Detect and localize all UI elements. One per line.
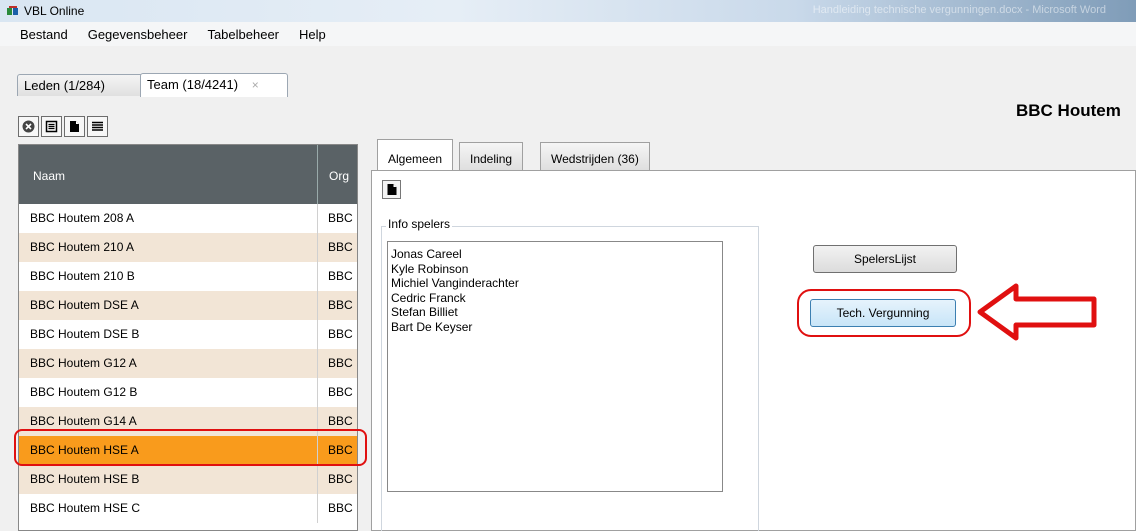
org-name: BBC Houtem [1016,101,1121,120]
tab-indeling[interactable]: Indeling [459,142,524,171]
cell-org: BBC [328,501,353,515]
close-icon[interactable]: × [252,78,259,92]
tab-wedstrijden[interactable]: Wedstrijden (36) [540,142,650,171]
players-list[interactable]: Jonas Careel Kyle Robinson Michiel Vangi… [387,241,723,492]
form-icon [45,120,58,133]
info-spelers-legend: Info spelers [386,217,453,231]
cell-naam: BBC Houtem HSE C [30,501,141,515]
tab-team[interactable]: Team (18/4241) × [140,73,288,97]
column-divider[interactable] [317,145,318,204]
cell-org: BBC [328,385,353,399]
cell-naam: BBC Houtem G14 A [30,414,137,428]
top-tab-strip: Leden (1/284) Team (18/4241) × [0,46,1136,144]
cell-org: BBC [328,269,353,283]
app-icon [7,5,18,15]
column-header-org[interactable]: Org [329,169,349,183]
cell-naam: BBC Houtem 208 A [30,211,135,225]
table-row[interactable]: BBC Houtem 210 A BBC [19,233,357,262]
cell-divider [317,349,318,378]
menu-bar: Bestand Gegevensbeheer Tabelbeheer Help [0,22,1136,46]
table-row[interactable]: BBC Houtem 208 A BBC [19,204,357,233]
player-item: Cedric Franck [391,290,466,305]
menu-gegevensbeheer[interactable]: Gegevensbeheer [78,27,198,42]
menu-help[interactable]: Help [289,27,336,42]
spelerslijst-button[interactable]: SpelersLijst [813,245,957,273]
player-item: Jonas Careel [391,247,462,261]
player-item: Bart De Keyser [391,319,473,334]
cell-divider [317,465,318,494]
tab-leden[interactable]: Leden (1/284) [17,74,143,96]
document-icon [387,184,396,195]
cell-naam: BBC Houtem G12 B [30,385,138,399]
details-button[interactable] [41,116,62,137]
new-document-button[interactable] [64,116,85,137]
cell-divider [317,378,318,407]
cell-divider [317,233,318,262]
cell-naam: BBC Houtem 210 B [30,269,135,283]
cell-naam: BBC Houtem DSE A [30,298,139,312]
menu-tabelbeheer[interactable]: Tabelbeheer [197,27,289,42]
player-item: Stefan Billiet [391,305,458,319]
list-view-button[interactable] [87,116,108,137]
cell-divider [317,262,318,291]
background-window-title: Handleiding technische vergunningen.docx… [812,4,1106,16]
annotation-highlight-button [797,289,971,337]
annotation-highlight-row [14,429,367,466]
cell-naam: BBC Houtem G12 A [30,356,137,370]
cell-naam: BBC Houtem 210 A [30,240,135,254]
table-row[interactable]: BBC Houtem DSE B BBC [19,320,357,349]
tab-team-label: Team (18/4241) [147,77,239,92]
cell-org: BBC [328,414,353,428]
cell-org: BBC [328,356,353,370]
table-row[interactable]: BBC Houtem HSE C BBC [19,494,357,523]
annotation-arrow-icon [977,283,1097,341]
menu-bestand[interactable]: Bestand [10,27,78,42]
cell-naam: BBC Houtem HSE B [30,472,140,486]
list-toolbar [18,116,108,137]
cell-org: BBC [328,472,353,486]
cell-divider [317,494,318,523]
column-header-naam[interactable]: Naam [33,169,65,183]
list-icon [92,121,103,131]
delete-button[interactable] [18,116,39,137]
document-icon [70,121,79,132]
table-row[interactable]: BBC Houtem G12 A BBC [19,349,357,378]
panel-document-button[interactable] [382,180,401,199]
table-row[interactable]: BBC Houtem HSE B BBC [19,465,357,494]
cell-divider [317,291,318,320]
window-title: VBL Online [24,4,85,18]
player-item: Michiel Vanginderachter [391,276,519,290]
list-header: Naam Org [19,145,357,204]
team-list: Naam Org BBC Houtem 208 A BBC BBC Houtem 2… [18,144,358,531]
player-item: Kyle Robinson [391,261,469,276]
tab-algemeen[interactable]: Algemeen [377,139,454,171]
table-row[interactable]: BBC Houtem DSE A BBC [19,291,357,320]
cell-divider [317,204,318,233]
cell-naam: BBC Houtem DSE B [30,327,140,341]
table-row[interactable]: BBC Houtem G12 B BBC [19,378,357,407]
cell-org: BBC [328,298,353,312]
title-bar: VBL Online Handleiding technische vergun… [0,0,1136,22]
cell-org: BBC [328,240,353,254]
tab-leden-label: Leden (1/284) [24,78,105,93]
cell-divider [317,320,318,349]
cell-org: BBC [328,327,353,341]
delete-icon [22,120,35,133]
cell-org: BBC [328,211,353,225]
table-row[interactable]: BBC Houtem 210 B BBC [19,262,357,291]
